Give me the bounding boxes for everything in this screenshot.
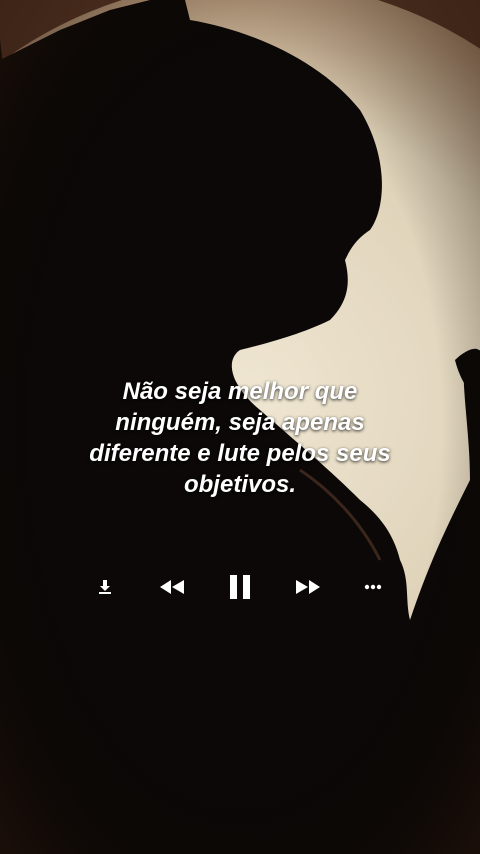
pause-icon bbox=[230, 575, 250, 599]
more-options-button[interactable] bbox=[358, 567, 388, 607]
media-controls bbox=[0, 567, 480, 607]
video-screen[interactable]: Não seja melhor que ninguém, seja apenas… bbox=[0, 0, 480, 854]
fast-forward-icon bbox=[296, 580, 320, 594]
rewind-button[interactable] bbox=[154, 567, 190, 607]
quote-text: Não seja melhor que ninguém, seja apenas… bbox=[89, 378, 391, 498]
fast-forward-button[interactable] bbox=[290, 567, 326, 607]
rewind-icon bbox=[160, 580, 184, 594]
pause-button[interactable] bbox=[222, 567, 258, 607]
download-button[interactable] bbox=[90, 567, 120, 607]
more-icon bbox=[364, 584, 382, 590]
download-icon bbox=[99, 580, 111, 594]
